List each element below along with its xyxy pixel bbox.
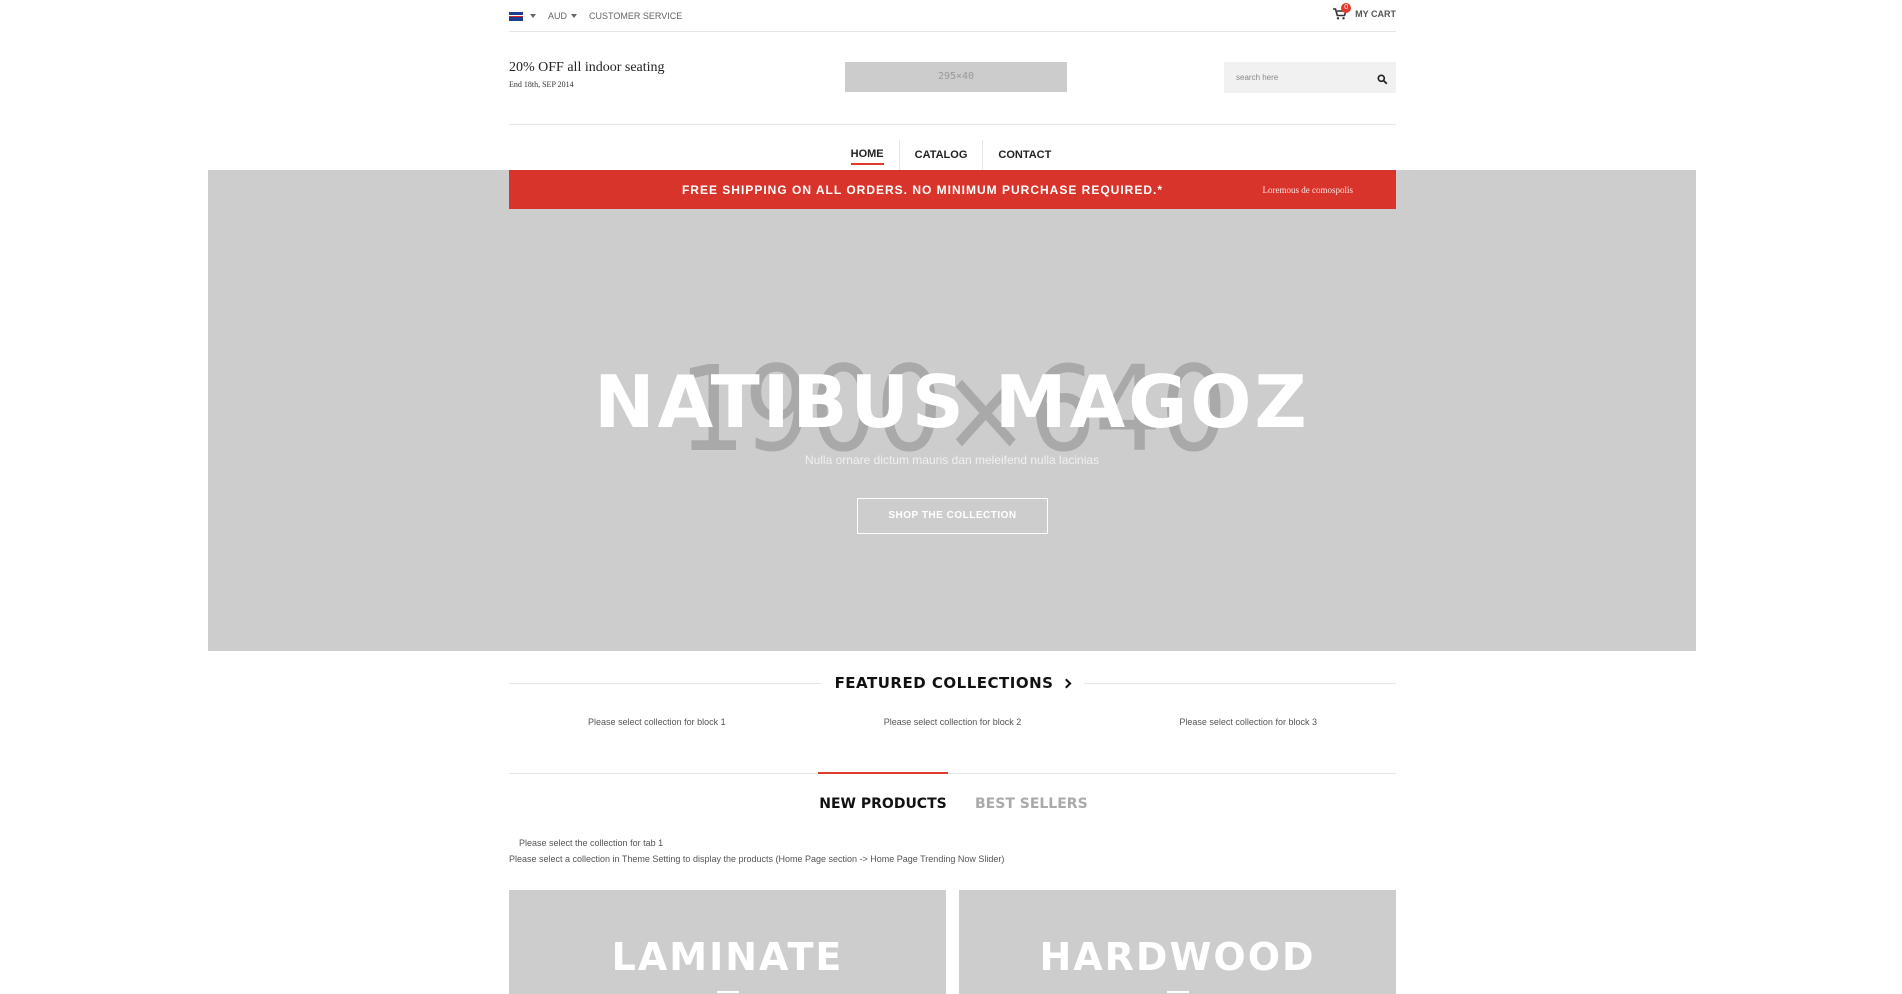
chevron-right-icon	[1061, 678, 1072, 688]
cart-label[interactable]: MY CART	[1355, 9, 1396, 19]
top-bar-left: AUD CUSTOMER SERVICE	[509, 11, 682, 21]
hero-slider: 1900×640 NATIBUS MAGOZ Nulla ornare dict…	[208, 170, 1696, 651]
chevron-down-icon[interactable]	[530, 14, 536, 18]
tab-best-sellers[interactable]: BEST SELLERS	[975, 774, 1088, 812]
nav-item-label: CATALOG	[914, 149, 968, 161]
header-divider	[509, 124, 1396, 125]
cart-icon[interactable]: 0	[1333, 3, 1352, 20]
chevron-down-icon[interactable]	[571, 14, 578, 18]
tab-help-message: Please select a collection in Theme Sett…	[509, 854, 1005, 864]
nav-item-contact[interactable]: CONTACT	[982, 140, 1066, 170]
featured-collections-link[interactable]: FEATURED COLLECTIONS	[820, 674, 1085, 692]
featured-collections-header: FEATURED COLLECTIONS	[509, 672, 1396, 694]
currency-selector[interactable]: AUD	[548, 11, 567, 21]
category-tile-hardwood[interactable]: HARDWOOD	[959, 890, 1396, 994]
search-box	[1224, 62, 1396, 93]
featured-block-1: Please select collection for block 1	[588, 717, 726, 727]
search-icon[interactable]	[1377, 72, 1388, 85]
customer-service-link[interactable]: CUSTOMER SERVICE	[589, 11, 682, 21]
shipping-banner: FREE SHIPPING ON ALL ORDERS. NO MINIMUM …	[509, 170, 1396, 209]
shop-collection-button[interactable]: SHOP THE COLLECTION	[857, 498, 1048, 534]
cart-link[interactable]: 0 MY CART	[1333, 3, 1396, 20]
tile-label: HARDWOOD	[1039, 935, 1316, 979]
search-input[interactable]	[1224, 62, 1364, 93]
uk-flag-icon[interactable]	[509, 11, 523, 21]
tab-message: Please select the collection for tab 1	[519, 838, 664, 848]
nav-item-home[interactable]: HOME	[836, 140, 899, 170]
promo-date: End 18th, SEP 2014	[509, 80, 574, 89]
promo-title: 20% OFF all indoor seating	[509, 60, 665, 75]
hero-subtitle: Nulla ornare dictum mauris dan meleifend…	[804, 453, 1100, 467]
cart-count-badge: 0	[1341, 3, 1352, 13]
tile-underline	[716, 991, 739, 993]
featured-blocks: Please select collection for block 1 Ple…	[509, 717, 1396, 727]
nav-item-label: HOME	[850, 146, 884, 165]
tab-new-products[interactable]: NEW PRODUCTS	[818, 772, 948, 812]
tile-underline	[1166, 991, 1189, 993]
logo[interactable]: 295×40	[845, 62, 1067, 92]
nav-item-catalog[interactable]: CATALOG	[898, 140, 983, 170]
tabs-divider	[509, 773, 1396, 774]
category-tile-laminate[interactable]: LAMINATE	[509, 890, 946, 994]
main-nav: HOME CATALOG CONTACT	[0, 140, 1902, 170]
featured-collections-title: FEATURED COLLECTIONS	[834, 674, 1054, 692]
featured-collections-title-wrap: FEATURED COLLECTIONS	[509, 674, 1396, 693]
header-promo: 20% OFF all indoor seating End 18th, SEP…	[509, 60, 665, 89]
featured-block-3: Please select collection for block 3	[1179, 717, 1317, 727]
top-bar: AUD CUSTOMER SERVICE 0 MY CART	[509, 0, 1396, 32]
tile-label: LAMINATE	[611, 935, 844, 979]
hero-title: NATIBUS MAGOZ	[594, 360, 1310, 444]
nav-item-label: CONTACT	[998, 149, 1052, 161]
featured-block-2: Please select collection for block 2	[883, 717, 1022, 727]
shipping-link[interactable]: Loremous de comospolis	[1263, 185, 1354, 195]
